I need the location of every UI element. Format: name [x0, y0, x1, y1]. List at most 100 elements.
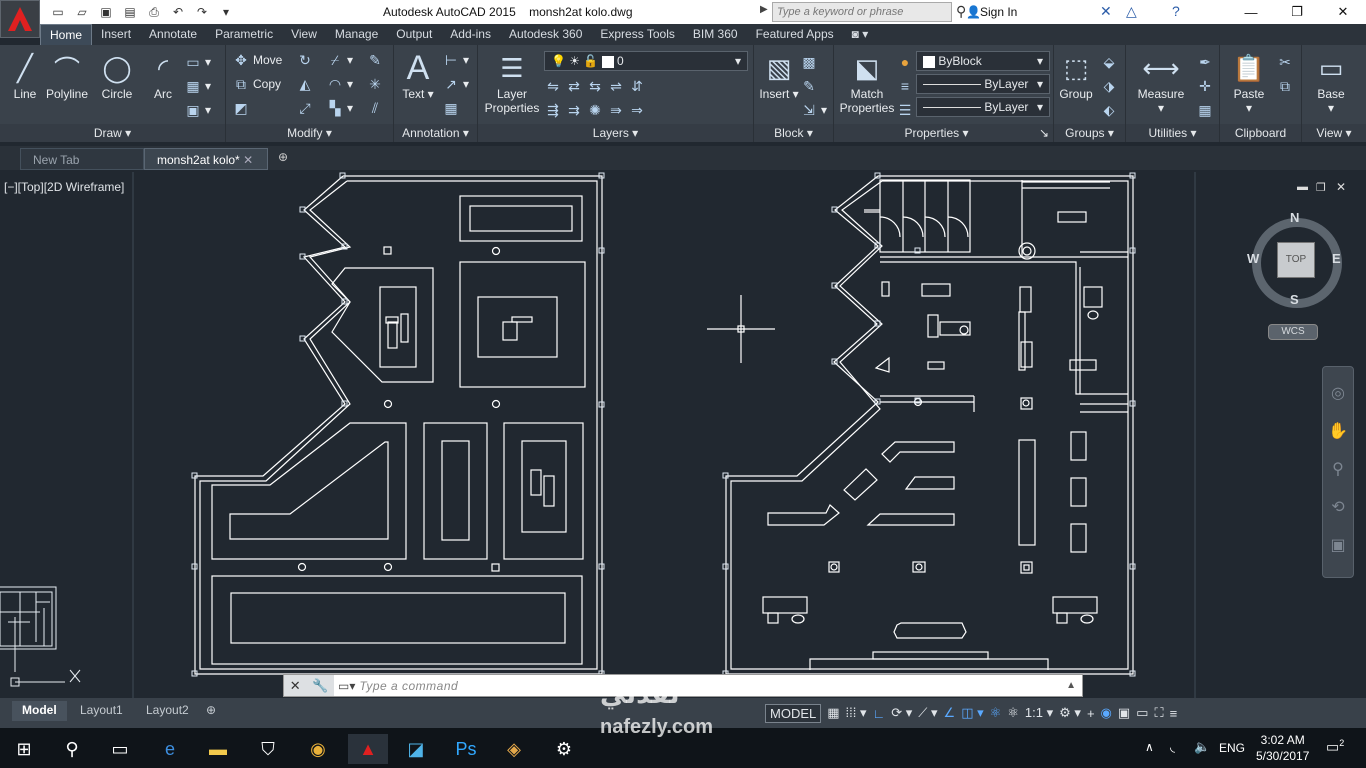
- base-button[interactable]: ▭ Base ▾: [1306, 49, 1356, 116]
- sketchup-icon[interactable]: ◪: [396, 734, 436, 764]
- create-block-button[interactable]: ▩: [800, 51, 818, 73]
- open-file-icon[interactable]: ▱: [72, 3, 92, 21]
- tab-view[interactable]: View: [282, 24, 326, 45]
- command-close-icon[interactable]: ✕: [290, 678, 301, 694]
- id-point-button[interactable]: ✛: [1196, 75, 1214, 97]
- tab-layout2[interactable]: Layout2: [136, 701, 199, 721]
- exchange-icon[interactable]: ✕: [1100, 3, 1112, 20]
- steering-wheel-icon[interactable]: ◎: [1323, 383, 1353, 403]
- ungroup-button[interactable]: ⬙: [1100, 51, 1118, 73]
- viewcube-top-face[interactable]: TOP: [1277, 242, 1315, 278]
- polar-icon[interactable]: ⟳ ▾: [891, 705, 912, 721]
- add-layout-button[interactable]: ⊕: [200, 701, 222, 721]
- tab-featured-apps[interactable]: Featured Apps: [747, 24, 843, 45]
- measure-button[interactable]: ⟷ Measure ▾: [1130, 49, 1192, 116]
- show-hidden-icons[interactable]: ∧: [1145, 740, 1154, 754]
- insert-button[interactable]: ▧ Insert ▾: [754, 49, 804, 102]
- group-button[interactable]: ⬚ Group: [1054, 49, 1098, 102]
- tab-model[interactable]: Model: [12, 701, 67, 721]
- plus-icon[interactable]: +: [1087, 706, 1095, 721]
- drawing-canvas[interactable]: [0, 172, 1366, 698]
- tab-insert[interactable]: Insert: [92, 24, 140, 45]
- isolate-objects-icon[interactable]: ◉: [1101, 705, 1112, 721]
- search-input[interactable]: Type a keyword or phrase: [772, 2, 952, 22]
- zoom-extents-icon[interactable]: ⚲: [1323, 459, 1353, 479]
- search-expand-icon[interactable]: ▶: [760, 4, 768, 15]
- new-file-icon[interactable]: ▭: [48, 3, 68, 21]
- help-icon[interactable]: ?: [1172, 3, 1180, 19]
- binoculars-icon[interactable]: ⚲: [956, 3, 966, 20]
- view-panel-title[interactable]: View ▾: [1302, 124, 1366, 142]
- cut-button[interactable]: ✂: [1276, 51, 1294, 73]
- application-menu-button[interactable]: [0, 0, 40, 38]
- rectangle-tool[interactable]: ▭ ▾: [184, 51, 211, 73]
- close-tab-icon[interactable]: ✕: [243, 153, 253, 167]
- layer-dropdown[interactable]: 💡 ☀ 🔓 0 ▾: [544, 51, 748, 71]
- photoshop-icon[interactable]: Ps: [446, 734, 486, 764]
- viewport-close-icon[interactable]: ✕: [1336, 180, 1346, 194]
- groups-panel-title[interactable]: Groups ▾: [1054, 124, 1125, 142]
- copy-clip-button[interactable]: ⧉: [1276, 75, 1294, 97]
- sign-in-button[interactable]: Sign In: [980, 5, 1017, 19]
- add-tab-button[interactable]: ⊕: [274, 148, 298, 170]
- ortho-icon[interactable]: ∟: [873, 706, 886, 721]
- table-tool[interactable]: ▦: [442, 97, 460, 119]
- tab-parametric[interactable]: Parametric: [206, 24, 282, 45]
- ribbon-minimize-icon[interactable]: ◙ ▾: [843, 24, 878, 45]
- showmotion-icon[interactable]: ▣: [1323, 535, 1353, 555]
- compass-west[interactable]: W: [1247, 251, 1259, 266]
- lineweight-dropdown[interactable]: ByLayer ▾: [916, 97, 1050, 117]
- trim-button[interactable]: ⌿ ▾: [326, 49, 353, 71]
- redo-icon[interactable]: ↷: [192, 3, 212, 21]
- autodesk-a360-icon[interactable]: △: [1126, 3, 1137, 20]
- calculator-button[interactable]: ▦: [1196, 99, 1214, 121]
- fullscreen-icon[interactable]: ⛶: [1154, 705, 1163, 721]
- autocad-taskbar-icon[interactable]: ▲: [348, 734, 388, 764]
- snap-icon[interactable]: ⁞⁞⁞ ▾: [846, 705, 867, 721]
- viewport-minimize-icon[interactable]: ▬: [1297, 181, 1308, 193]
- erase-button[interactable]: ✎: [366, 49, 384, 71]
- paste-button[interactable]: 📋 Paste ▾: [1224, 49, 1274, 116]
- settings-icon[interactable]: ⚙: [544, 734, 584, 764]
- block-panel-title[interactable]: Block ▾: [754, 124, 833, 142]
- tab-monsh2at-kolo[interactable]: monsh2at kolo* ✕: [144, 148, 268, 170]
- annotation-panel-title[interactable]: Annotation ▾: [394, 124, 477, 142]
- store-icon[interactable]: ⛉: [248, 734, 288, 764]
- tab-manage[interactable]: Manage: [326, 24, 387, 45]
- stretch-button[interactable]: ◩: [232, 97, 250, 119]
- explode-button[interactable]: ✳: [366, 73, 384, 95]
- minimize-button[interactable]: —: [1228, 0, 1274, 24]
- network-icon[interactable]: ◟: [1170, 739, 1175, 755]
- command-customize-icon[interactable]: 🔧: [312, 678, 328, 694]
- drawing-area[interactable]: [−][Top][2D Wireframe] ▬ ❐ ✕ TOP N S E W…: [0, 172, 1366, 698]
- save-as-icon[interactable]: ▤: [120, 3, 140, 21]
- qat-dropdown-icon[interactable]: ▾: [216, 3, 236, 21]
- compass-east[interactable]: E: [1332, 251, 1341, 266]
- fillet-button[interactable]: ◠ ▾: [326, 73, 353, 95]
- layer-properties-button[interactable]: ☰ Layer Properties: [482, 49, 542, 116]
- task-view-icon[interactable]: ▭: [100, 734, 140, 764]
- action-center-icon[interactable]: ▭2: [1326, 738, 1344, 756]
- command-prompt-icon[interactable]: ▭▾: [334, 679, 359, 693]
- edit-block-button[interactable]: ✎: [800, 75, 818, 97]
- mirror-button[interactable]: ◭: [296, 73, 314, 95]
- clipboard-panel-title[interactable]: Clipboard: [1220, 124, 1301, 142]
- scale-button[interactable]: ⤢: [296, 97, 314, 119]
- viewport-restore-icon[interactable]: ❐: [1316, 181, 1326, 194]
- search-taskbar-icon[interactable]: ⚲: [52, 734, 92, 764]
- tab-autodesk-360[interactable]: Autodesk 360: [500, 24, 591, 45]
- arc-button[interactable]: ◜ Arc: [138, 49, 188, 102]
- tab-express-tools[interactable]: Express Tools: [591, 24, 683, 45]
- tab-bim-360[interactable]: BIM 360: [684, 24, 747, 45]
- block-attributes-button[interactable]: ⇲ ▾: [800, 99, 827, 121]
- print-icon[interactable]: ⎙: [144, 3, 164, 21]
- move-button[interactable]: ✥ Move: [232, 49, 282, 71]
- compass-north[interactable]: N: [1290, 210, 1299, 225]
- array-button[interactable]: ▚ ▾: [326, 97, 353, 119]
- orbit-icon[interactable]: ⟲: [1323, 497, 1353, 517]
- quick-select-button[interactable]: ✒: [1196, 51, 1214, 73]
- chrome-icon[interactable]: ◉: [298, 734, 338, 764]
- draw-panel-title[interactable]: Draw ▾: [0, 124, 225, 142]
- tab-home[interactable]: Home: [40, 24, 93, 45]
- volume-icon[interactable]: 🔈: [1194, 739, 1210, 755]
